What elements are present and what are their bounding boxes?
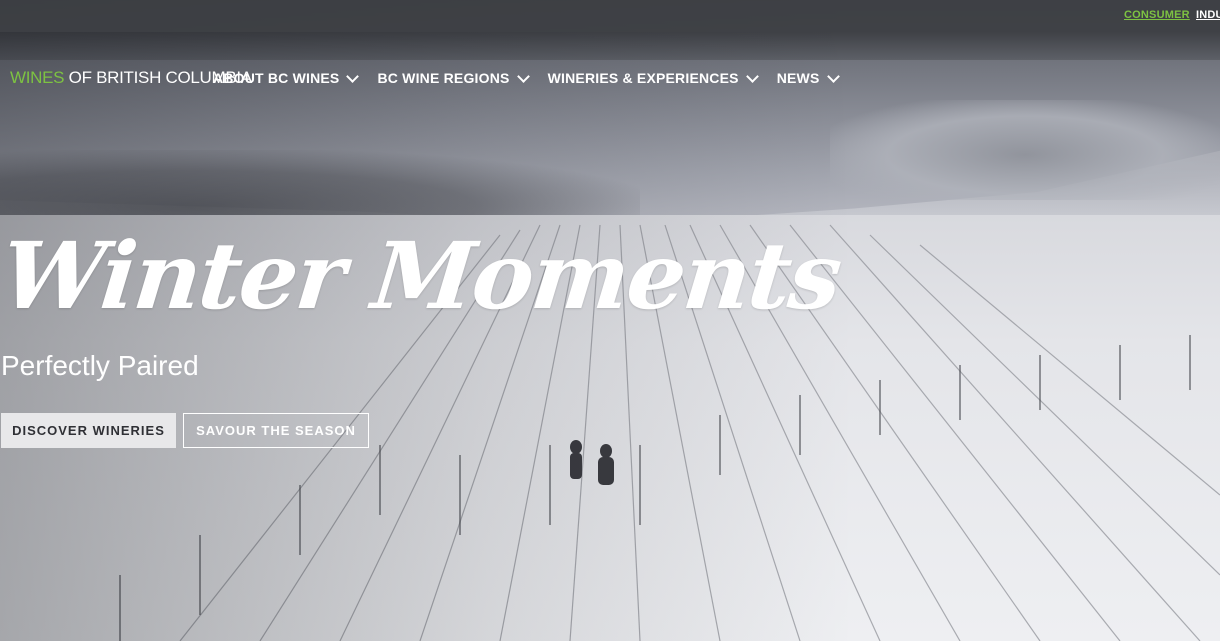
industry-link[interactable]: INDU <box>1196 9 1220 21</box>
logo-wines-text: WINES <box>10 68 65 87</box>
discover-wineries-button[interactable]: DISCOVER WINERIES <box>1 413 176 448</box>
nav-wineries-experiences[interactable]: WINERIES & EXPERIENCES <box>547 69 759 86</box>
chevron-down-icon <box>826 69 840 83</box>
utility-bar: CONSUMER INDU <box>0 0 1220 32</box>
chevron-down-icon <box>745 69 759 83</box>
nav-label: ABOUT BC WINES <box>213 70 340 86</box>
nav-label: WINERIES & EXPERIENCES <box>547 70 739 86</box>
chevron-down-icon <box>346 69 360 83</box>
savour-the-season-button[interactable]: SAVOUR THE SEASON <box>183 413 369 448</box>
lakeside-village <box>830 100 1220 200</box>
hero-title: Winter Moments <box>0 222 846 330</box>
consumer-link[interactable]: CONSUMER <box>1124 9 1190 21</box>
nav-bc-wine-regions[interactable]: BC WINE REGIONS <box>377 69 530 86</box>
hero-subtitle: Perfectly Paired <box>1 350 199 381</box>
chevron-down-icon <box>516 69 530 83</box>
mountain-ridge <box>0 32 1220 60</box>
nav-news[interactable]: NEWS <box>776 69 840 86</box>
nav-label: NEWS <box>776 70 820 86</box>
main-navigation: ABOUT BC WINES BC WINE REGIONS WINERIES … <box>213 69 858 86</box>
nav-about-bc-wines[interactable]: ABOUT BC WINES <box>213 69 360 86</box>
nav-label: BC WINE REGIONS <box>377 70 510 86</box>
